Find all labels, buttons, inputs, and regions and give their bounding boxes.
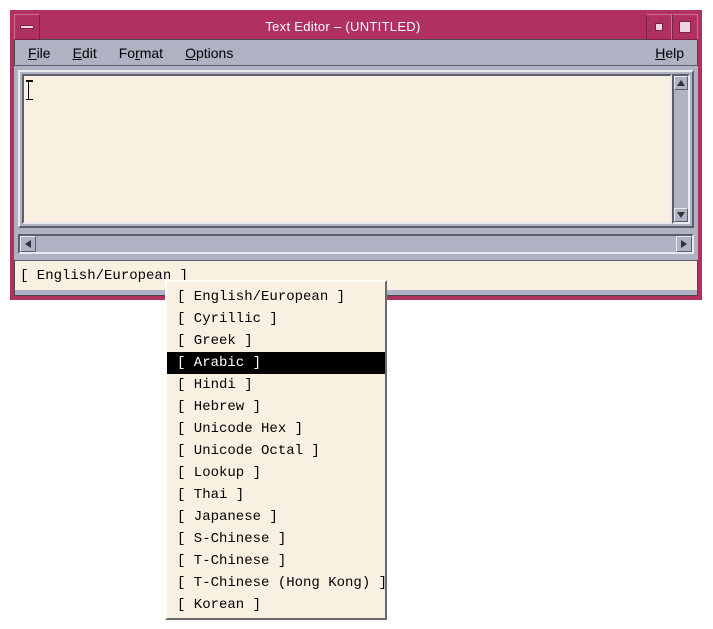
scroll-up-button[interactable] — [674, 76, 688, 90]
scroll-down-button[interactable] — [674, 208, 688, 222]
window-menu-button[interactable] — [14, 14, 40, 40]
window-title: Text Editor – (UNTITLED) — [40, 14, 646, 39]
input-method-option[interactable]: [ Unicode Octal ] — [167, 440, 385, 462]
input-method-option[interactable]: [ Cyrillic ] — [167, 308, 385, 330]
menu-help[interactable]: Help — [647, 42, 692, 64]
input-method-option[interactable]: [ T-Chinese (Hong Kong) ] — [167, 572, 385, 594]
titlebar: Text Editor – (UNTITLED) — [14, 14, 698, 40]
maximize-button[interactable] — [672, 14, 698, 40]
input-method-option[interactable]: [ Korean ] — [167, 594, 385, 616]
input-method-option[interactable]: [ T-Chinese ] — [167, 550, 385, 572]
textarea-frame — [18, 70, 694, 228]
minimize-icon — [655, 23, 663, 31]
text-area[interactable] — [22, 74, 672, 224]
horizontal-scroll-track[interactable] — [36, 236, 676, 252]
vertical-scroll-track[interactable] — [674, 90, 688, 208]
chevron-left-icon — [25, 240, 31, 248]
menu-edit[interactable]: Edit — [65, 42, 105, 64]
input-method-menu: [ English/European ][ Cyrillic ][ Greek … — [165, 280, 387, 620]
input-method-indicator[interactable]: [ English/European ] — [20, 268, 188, 284]
chevron-right-icon — [681, 240, 687, 248]
minimize-button[interactable] — [646, 14, 672, 40]
input-method-option[interactable]: [ S-Chinese ] — [167, 528, 385, 550]
window-menu-icon — [20, 25, 34, 29]
input-method-option[interactable]: [ Lookup ] — [167, 462, 385, 484]
horizontal-scrollbar[interactable] — [18, 234, 694, 254]
vertical-scrollbar[interactable] — [672, 74, 690, 224]
input-method-option[interactable]: [ Japanese ] — [167, 506, 385, 528]
text-caret — [28, 80, 30, 100]
scroll-left-button[interactable] — [20, 236, 36, 252]
workarea — [14, 66, 698, 260]
input-method-option[interactable]: [ Unicode Hex ] — [167, 418, 385, 440]
app-window: Text Editor – (UNTITLED) File Edit Forma… — [10, 10, 702, 300]
input-method-option[interactable]: [ English/European ] — [167, 286, 385, 308]
chevron-down-icon — [677, 212, 685, 218]
input-method-option[interactable]: [ Hebrew ] — [167, 396, 385, 418]
input-method-option[interactable]: [ Arabic ] — [167, 352, 385, 374]
menu-file[interactable]: File — [20, 42, 59, 64]
menu-format[interactable]: Format — [111, 42, 171, 64]
input-method-option[interactable]: [ Hindi ] — [167, 374, 385, 396]
chevron-up-icon — [677, 80, 685, 86]
menu-options[interactable]: Options — [177, 42, 241, 64]
input-method-option[interactable]: [ Thai ] — [167, 484, 385, 506]
maximize-icon — [679, 21, 691, 33]
scroll-right-button[interactable] — [676, 236, 692, 252]
input-method-option[interactable]: [ Greek ] — [167, 330, 385, 352]
menubar: File Edit Format Options Help — [14, 40, 698, 66]
